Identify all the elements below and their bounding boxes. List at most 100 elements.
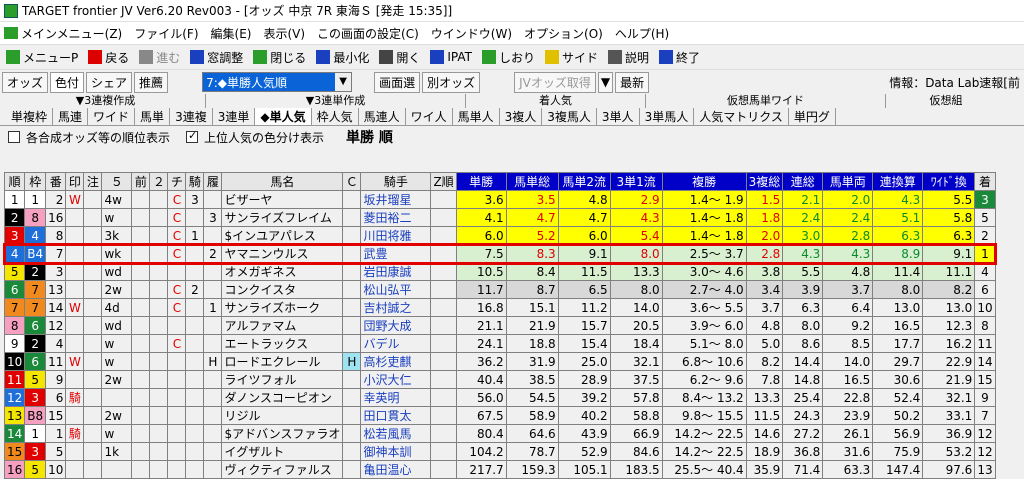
column-header[interactable]: 前: [131, 172, 151, 191]
column-header[interactable]: 馬単両: [822, 172, 874, 191]
table-row[interactable]: 11 5 9 2w ライツフォル 小沢大仁 40.4 38.5 28.9 37.5 6.2～ 9.6…: [3, 370, 996, 389]
tab-12[interactable]: 3複馬人: [542, 108, 597, 125]
menu-item[interactable]: ヘルプ(H): [615, 25, 669, 42]
menu-item[interactable]: この画面の設定(C): [317, 25, 419, 42]
odds-button[interactable]: オッズ: [2, 71, 49, 93]
dropdown-arrow-icon[interactable]: ▼: [597, 71, 614, 93]
menu-item[interactable]: オプション(O): [524, 25, 603, 42]
column-header[interactable]: 枠: [24, 172, 47, 191]
screen-select-button[interactable]: 画面選: [374, 71, 421, 93]
tab-8[interactable]: 馬連人: [359, 108, 406, 125]
toolbar-button[interactable]: サイド: [544, 49, 598, 66]
column-header[interactable]: Ｃ: [342, 172, 362, 191]
table-row[interactable]: 14 1 1 騎 w $アドバンスファラオ 松若風馬 80.4 64.6 43.9 66.9 14.2…: [3, 424, 996, 443]
tab-4[interactable]: 3連複: [170, 108, 213, 125]
toolbar-button[interactable]: 最小化: [316, 49, 369, 66]
menu-item[interactable]: 編集(E): [211, 25, 252, 42]
column-header[interactable]: 単勝: [455, 172, 507, 191]
column-header[interactable]: Z順: [430, 172, 457, 191]
table-row[interactable]: 7 7 14 W 4d C 1 サンライズホーク 吉村誠之 16.8 15.1 11.2 14.0 3.6…: [3, 298, 996, 317]
tab-5[interactable]: 3連単: [213, 108, 256, 125]
menu-item[interactable]: ウインドウ(W): [431, 25, 512, 42]
tab-10[interactable]: 馬単人: [453, 108, 500, 125]
table-row[interactable]: 15 3 5 1k イグザルト 御神本訓 104.2 78.7 52.9 84.6 14.2～ 22…: [3, 442, 996, 461]
table-cell: W: [65, 190, 85, 209]
table-row[interactable]: 3 4 8 3k C 1 $インユアパレス 川田将雅 6.0 5.2 6.0 5.4 1.4～ 1.8 2…: [3, 226, 996, 245]
tab-9[interactable]: ワイ人: [406, 108, 453, 125]
color-rank-checkbox[interactable]: [186, 129, 199, 143]
other-odds-button[interactable]: 別オッズ: [422, 71, 481, 93]
column-header[interactable]: 着: [974, 172, 996, 191]
tab-2[interactable]: ワイド: [88, 108, 136, 125]
menu-item[interactable]: 表示(V): [263, 25, 305, 42]
tab-group-kaso2[interactable]: 仮想組: [886, 94, 1006, 108]
column-header[interactable]: 3複総: [745, 172, 784, 191]
menu-item[interactable]: メインメニュー(Z): [4, 25, 122, 42]
tab-14[interactable]: 3単馬人: [640, 108, 695, 125]
tab-3[interactable]: 馬単: [135, 108, 171, 125]
column-header[interactable]: ５: [101, 172, 133, 191]
table-row[interactable]: 2 8 16 w C 3 サンライズフレイム 菱田裕二 4.1 4.7 4.7 4.3 1.4～ 1.8…: [3, 208, 996, 227]
tab-6[interactable]: ◆単人気: [255, 108, 312, 125]
table-cell: 7: [3, 298, 26, 317]
column-header[interactable]: ２: [149, 172, 169, 191]
tab-group-3tan[interactable]: ▼3連単作成: [206, 94, 466, 108]
column-header[interactable]: チ: [167, 172, 187, 191]
toolbar-button[interactable]: 進む: [139, 49, 180, 66]
table-row[interactable]: 16 5 10 ヴィクティファルス 亀田温心 217.7 159.3 105.1 183.5 25…: [3, 460, 996, 479]
toolbar-button[interactable]: IPAT: [430, 50, 472, 64]
chevron-down-icon[interactable]: ▼: [335, 73, 352, 91]
table-row[interactable]: 5 2 3 wd オメガギネス 岩田康誠 10.5 8.4 11.5 13.3 3.0～ 4.6 3.…: [3, 262, 996, 281]
toolbar-button[interactable]: 説明: [608, 49, 649, 66]
tab-0[interactable]: 単複枠: [6, 108, 54, 125]
table-row[interactable]: 6 7 13 2w C 2 コンクイスタ 松山弘平 11.7 8.7 6.5 8.0 2.7～ 4.0 3…: [3, 280, 996, 299]
tab-1[interactable]: 馬連: [53, 108, 89, 125]
toolbar-button[interactable]: 戻る: [88, 49, 129, 66]
column-header[interactable]: ﾜｲﾄﾞ換: [922, 172, 976, 191]
tab-13[interactable]: 3単人: [597, 108, 640, 125]
toolbar-button[interactable]: しおり: [481, 49, 535, 66]
column-header[interactable]: 履: [203, 172, 223, 191]
tab-group-kaso[interactable]: 仮想馬単ワイド: [646, 94, 886, 108]
table-header: 順枠番印注 ５ 前 ２ チ騎履馬名 Ｃ 騎手 Z順 単勝 馬単総 馬単2流 3単1流 複勝 3複総 連総 馬単…: [3, 172, 996, 191]
column-header[interactable]: 3単1流: [609, 172, 663, 191]
table-row[interactable]: 1 1 2 W 4w C 3 ビザーヤ 坂井瑠星 3.6 3.5 4.8 2.9 1.4～ 1.9 1.5 2…: [3, 190, 996, 209]
toolbar-button[interactable]: 終了: [659, 49, 700, 66]
latest-button[interactable]: 最新: [615, 71, 650, 93]
table-row[interactable]: 10 6 11 Ww H ロードエクレール H 高杉吏麒 36.2 31.9 25.0 32.1 6.8…: [3, 352, 996, 371]
color-button[interactable]: 色付: [50, 71, 85, 93]
column-header[interactable]: 馬名: [221, 172, 344, 191]
tab-group-ninki[interactable]: 着人気: [466, 94, 646, 108]
table-row[interactable]: 13 B8 15 2w リジル 田口貫太 67.5 58.9 40.2 58.8 9.8～ 15.5…: [3, 406, 996, 425]
menu-item[interactable]: ファイル(F): [134, 25, 198, 42]
table-row[interactable]: 12 3 6 騎 ダノンスコーピオン 幸英明 56.0 54.5 39.2 57.8 8.4～ 13…: [3, 388, 996, 407]
column-header[interactable]: 騎手: [360, 172, 432, 191]
tab-7[interactable]: 枠人気: [312, 108, 359, 125]
column-header[interactable]: 馬単2流: [557, 172, 611, 191]
column-header[interactable]: 連総: [782, 172, 824, 191]
column-header[interactable]: 馬単総: [505, 172, 559, 191]
table-row[interactable]: 4 B4 7 wk C 2 ヤマニンウルス 武豊 7.5 8.3 9.1 8.0 2.5～ 3.7 2.8…: [2, 242, 998, 265]
recommend-button[interactable]: 推薦: [134, 71, 169, 93]
tab-15[interactable]: 人気マトリクス: [694, 108, 789, 125]
toolbar-button[interactable]: 窓調整: [190, 49, 243, 66]
column-header[interactable]: 順: [3, 172, 26, 191]
column-header[interactable]: 印: [65, 172, 85, 191]
column-header[interactable]: 騎: [185, 172, 205, 191]
share-button[interactable]: シェア: [86, 71, 133, 93]
toolbar-button[interactable]: メニューP: [6, 49, 78, 66]
tab-11[interactable]: 3複人: [500, 108, 543, 125]
view-select[interactable]: 7:◆単勝人気順 ▼: [202, 72, 353, 92]
tab-16[interactable]: 単円グ: [789, 108, 836, 125]
toolbar-button[interactable]: 閉じる: [253, 49, 306, 66]
column-header[interactable]: 番: [45, 172, 67, 191]
tab-group-3fuku[interactable]: ▼3連複作成: [6, 94, 206, 108]
column-header[interactable]: 複勝: [661, 172, 747, 191]
rank-display-checkbox[interactable]: [8, 131, 20, 143]
column-header[interactable]: 注: [83, 172, 103, 191]
column-header[interactable]: 連換算: [872, 172, 924, 191]
toolbar-button[interactable]: 開く: [379, 49, 420, 66]
table-row[interactable]: 8 6 12 wd アルファマム 団野大成 21.1 21.9 15.7 20.5 3.9～ 6.0…: [3, 316, 996, 335]
jv-odds-button[interactable]: JVオッズ取得: [514, 71, 596, 93]
table-row[interactable]: 9 2 4 w C エートラックス バデル 24.1 18.8 15.4 18.4 5.1～ 8.0 5…: [3, 334, 996, 353]
